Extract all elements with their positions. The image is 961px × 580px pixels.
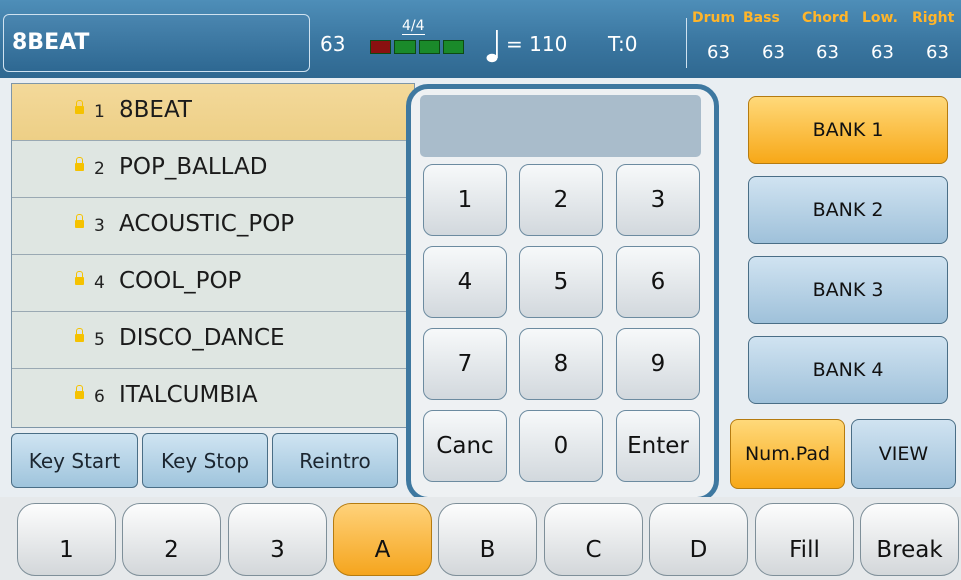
numpad-key-6[interactable]: 6: [616, 246, 700, 318]
section-b-button[interactable]: B: [438, 503, 537, 576]
section-d-button[interactable]: D: [649, 503, 748, 576]
style-number: 2: [94, 159, 105, 179]
style-row[interactable]: 2 POP_BALLAD: [12, 141, 414, 198]
numpad-key-5[interactable]: 5: [519, 246, 603, 318]
numpad-display: [420, 95, 701, 157]
channel-volume-lower[interactable]: 63: [871, 42, 894, 63]
style-name-item: ITALCUMBIA: [119, 382, 258, 408]
channel-volume-bass[interactable]: 63: [762, 42, 785, 63]
time-signature: 4/4: [402, 18, 425, 35]
style-row[interactable]: 3 ACOUSTIC_POP: [12, 198, 414, 255]
numpad-key-4[interactable]: 4: [423, 246, 507, 318]
channel-volume-chord[interactable]: 63: [816, 42, 839, 63]
channel-volume-drum[interactable]: 63: [707, 42, 730, 63]
reintro-button[interactable]: Reintro: [272, 433, 398, 488]
beat-meter: [370, 40, 464, 54]
style-number: 6: [94, 387, 105, 407]
style-name-item: COOL_POP: [119, 268, 242, 294]
quarter-note-icon: [486, 30, 498, 63]
bank-3-button[interactable]: BANK 3: [748, 256, 948, 324]
channel-volume-right[interactable]: 63: [926, 42, 949, 63]
transpose-value[interactable]: T:0: [608, 32, 637, 56]
key-start-button[interactable]: Key Start: [11, 433, 138, 488]
bank-2-button[interactable]: BANK 2: [748, 176, 948, 244]
numpad-key-2[interactable]: 2: [519, 164, 603, 236]
style-number: 1: [94, 102, 105, 122]
style-number: 5: [94, 330, 105, 350]
key-stop-button[interactable]: Key Stop: [142, 433, 268, 488]
lock-icon: [75, 385, 84, 399]
numpad-key-3[interactable]: 3: [616, 164, 700, 236]
numpad-enter-key[interactable]: Enter: [616, 410, 700, 482]
master-volume: 63: [320, 32, 346, 56]
style-row[interactable]: 4 COOL_POP: [12, 255, 414, 312]
channel-label-lower: Low.: [862, 10, 898, 26]
numpad-toggle-button[interactable]: Num.Pad: [730, 419, 845, 489]
style-number: 4: [94, 273, 105, 293]
break-button[interactable]: Break: [860, 503, 959, 576]
style-name-item: ACOUSTIC_POP: [119, 211, 295, 237]
style-row[interactable]: 5 DISCO_DANCE: [12, 312, 414, 369]
fill-button[interactable]: Fill: [755, 503, 854, 576]
channel-label-chord: Chord: [802, 10, 849, 26]
channel-label-right: Right: [912, 10, 955, 26]
style-row[interactable]: 1 8BEAT: [12, 84, 414, 141]
tempo-value[interactable]: = 110: [506, 32, 567, 56]
style-row[interactable]: 6 ITALCUMBIA: [12, 369, 414, 426]
beat-led-2: [394, 40, 416, 54]
section-c-button[interactable]: C: [544, 503, 643, 576]
section-a-button[interactable]: A: [333, 503, 432, 576]
beat-led-3: [418, 40, 440, 54]
beat-led-4: [442, 40, 464, 54]
lock-icon: [75, 328, 84, 342]
numpad-key-9[interactable]: 9: [616, 328, 700, 400]
numpad-cancel-key[interactable]: Canc: [423, 410, 507, 482]
view-button[interactable]: VIEW: [851, 419, 956, 489]
style-number: 3: [94, 216, 105, 236]
lock-icon: [75, 214, 84, 228]
header-divider: [686, 18, 687, 68]
channel-label-bass: Bass: [743, 10, 780, 26]
numpad-key-8[interactable]: 8: [519, 328, 603, 400]
beat-led-1: [370, 40, 392, 54]
style-name-item: POP_BALLAD: [119, 154, 268, 180]
numpad-key-1[interactable]: 1: [423, 164, 507, 236]
numpad-key-0[interactable]: 0: [519, 410, 603, 482]
lock-icon: [75, 271, 84, 285]
lock-icon: [75, 157, 84, 171]
bank-1-button[interactable]: BANK 1: [748, 96, 948, 164]
section-intro-3-button[interactable]: 3: [228, 503, 327, 576]
section-intro-1-button[interactable]: 1: [17, 503, 116, 576]
numpad-key-7[interactable]: 7: [423, 328, 507, 400]
section-intro-2-button[interactable]: 2: [122, 503, 221, 576]
bank-4-button[interactable]: BANK 4: [748, 336, 948, 404]
lock-icon: [75, 100, 84, 114]
style-list: 1 8BEAT 2 POP_BALLAD 3 ACOUSTIC_POP 4 CO…: [11, 83, 415, 428]
style-name-item: 8BEAT: [119, 97, 192, 123]
channel-label-drum: Drum: [692, 10, 736, 26]
style-name: 8BEAT: [12, 30, 90, 55]
style-name-item: DISCO_DANCE: [119, 325, 285, 351]
